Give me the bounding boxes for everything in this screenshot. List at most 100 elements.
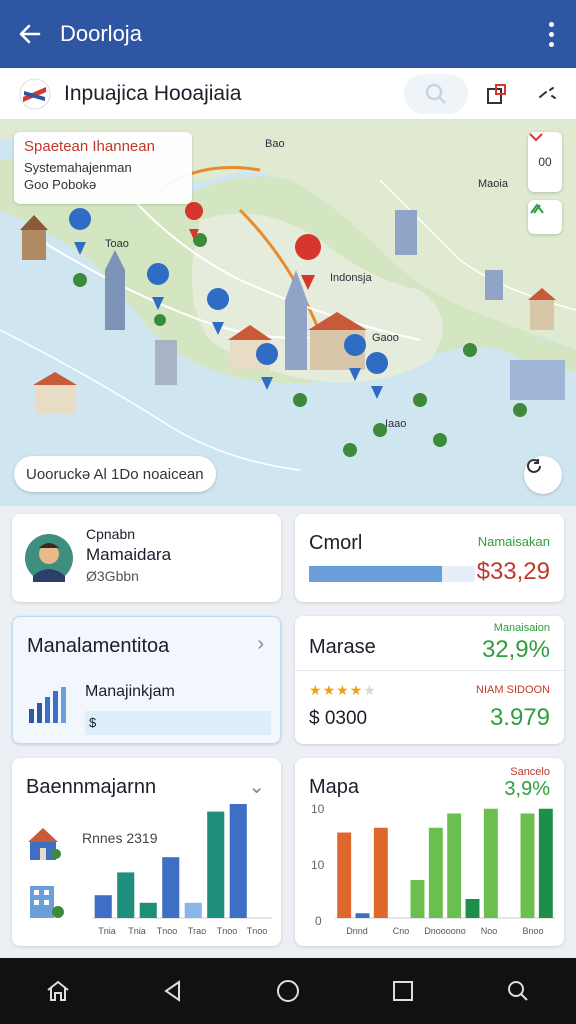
info-title: Spaetean Ihannean [24,138,155,155]
chart-bar [428,827,443,918]
tick-label: Dnnd [346,926,368,936]
baen-chart-card[interactable]: Baennmajarnn ⌄ Rnnes 2319 Tnia Tnia Tnoo Tr… [12,758,281,946]
chart-bar [538,808,553,918]
marase-amount: $ 0300 [309,708,368,729]
marase-title: Marase [309,636,376,658]
mapa-title: Mapa [309,776,360,798]
marase-pct: 32,9% [481,636,550,663]
currency-symbol: $ [89,715,97,730]
chart-bar [94,895,112,918]
house-icon [28,828,61,860]
tick-label: Tnia [98,926,116,936]
mapa-chart-card[interactable]: Mapa Sancelo 3,9% 10 10 0 Dnnd Cno Dnoooon… [295,758,564,946]
refresh-icon[interactable] [524,456,562,494]
baen-title: Baennmajarnn [26,776,157,798]
tick-label: Bnoo [522,926,543,936]
tick-label: Tnoo [157,926,178,936]
profile-name: Mamaidara [86,545,172,564]
search-icon[interactable] [493,966,543,1016]
chart-bar [373,827,388,918]
share-icon[interactable] [476,74,518,114]
cmorl-tag: Namaisakan [477,534,550,549]
profile-meta: Ø3Gbbn [86,568,139,584]
map-label-2: Bao [265,138,285,150]
chevron-down-icon[interactable]: ⌄ [248,774,265,799]
mapa-y-bot: 0 [315,914,322,928]
star-icon: ★ [349,682,364,698]
map-label-3: Maoia [478,178,508,190]
back-triangle-icon[interactable] [148,966,198,1016]
marase-card[interactable]: Marase Manaisaion 32,9% ★★★★★ NIAM SIDOO… [295,616,564,744]
tick-label: Tnoo [247,926,268,936]
baen-chart: Tnia Tnia Tnoo Trao Tnoo Tnoo [92,804,272,936]
chart-bar [229,804,247,918]
tick-label: Dnoooono [424,926,466,936]
tick-label: Tnoo [217,926,238,936]
mapa-y-top: 10 [311,802,325,816]
zoom-label: 00 [538,155,552,169]
search-icon[interactable] [404,73,468,114]
chevron-right-icon[interactable]: › [257,633,264,656]
chart-bar [117,872,135,918]
home-circle-icon[interactable] [263,966,313,1016]
amount-input[interactable]: $ [85,711,271,735]
app-title: Doorloja [60,21,142,46]
map-label-1: Indonsja [330,272,372,284]
back-arrow-icon[interactable] [0,0,60,68]
more-vert-icon[interactable] [526,0,576,68]
chart-bar [184,902,202,918]
building-icon [30,886,64,918]
cmorl-progress-fill [309,566,442,582]
map-zoom-button[interactable]: 00 [528,132,562,192]
cmorl-progress-track [309,566,475,582]
cmorl-title: Cmorl [309,532,363,554]
manalamentitoa-card[interactable]: Manalamentitoa › Manajinkjam $ [12,616,281,744]
tick-label: Cno [393,926,410,936]
profile-card[interactable]: Cpnabn Mamaidara Ø3Gbbn [12,514,281,602]
manalamentitoa-title: Manalamentitoa [27,635,170,657]
star-icon: ★ [336,682,350,698]
map-view[interactable]: Spaetean Ihannean Systemahajenman Goo Po… [0,120,576,506]
divider [295,670,564,671]
star-icon: ★ [309,682,323,698]
star-rating: ★★★★★ [309,682,377,699]
chart-bar [139,902,157,918]
recents-icon[interactable] [378,966,428,1016]
location-info-card[interactable]: Spaetean Ihannean Systemahajenman Goo Po… [14,132,192,204]
map-search-chip[interactable]: Uooruckə Al 1Do noaicean [14,456,216,492]
chart-bar [355,913,370,918]
mapa-y-mid: 10 [311,858,325,872]
app-bar: Doorloja [0,0,576,68]
chart-bar [162,857,180,918]
chart-bar [520,813,535,918]
star-icon: ★ [322,682,337,698]
marase-tag2: NIAM SIDOON [476,684,550,696]
info-line-1: Systemahajenman [24,160,132,175]
mapa-chart: Dnnd Cno Dnoooono Noo Bnoo [335,808,555,936]
chart-bar [207,811,225,918]
profile-label: Cpnabn [86,526,136,542]
system-nav-bar [0,958,576,1024]
marase-value: 3.979 [489,704,550,731]
tick-label: Tnia [128,926,146,936]
home-icon[interactable] [33,966,83,1016]
tick-label: Trao [188,926,206,936]
cmorl-value: $33,29 [476,558,550,585]
chart-bar [337,832,352,918]
map-label-5: Gaoo [372,332,399,344]
layers-icon[interactable] [526,74,568,114]
chart-bar [410,880,425,918]
star-icon: ★ [363,682,377,698]
map-label-6: Iaao [385,418,407,430]
location-header: Inpuajica Hooajiaia [0,68,576,120]
avatar [25,534,73,582]
marase-tag: Manaisaion [493,622,550,634]
bar-chart-icon [29,687,66,723]
brand-logo [19,78,51,109]
chart-bar [447,813,462,918]
compass-icon[interactable] [528,200,562,234]
chart-bar [465,899,480,918]
location-title: Inpuajica Hooajiaia [64,81,242,105]
info-line-2: Goo Pobokə [24,177,97,192]
cmorl-card[interactable]: Cmorl Namaisakan $33,29 [295,514,564,602]
